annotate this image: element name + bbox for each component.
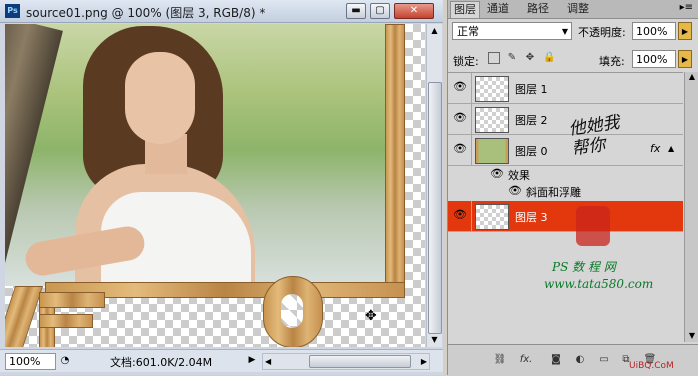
watermark-calligraphy: 他她我帮你 bbox=[567, 112, 621, 160]
effects-row[interactable]: 👁 效果 bbox=[448, 166, 683, 183]
opacity-label: 不透明度: bbox=[578, 26, 626, 39]
portrait-photo bbox=[5, 24, 390, 286]
visibility-eye-icon[interactable]: 👁 bbox=[508, 185, 522, 197]
folder-icon[interactable]: ▭ bbox=[596, 353, 612, 367]
lock-paint-brush-icon[interactable]: ✎ bbox=[506, 52, 518, 64]
wood-letter-e-middle bbox=[39, 314, 93, 328]
minimize-icon: ▬ bbox=[351, 5, 361, 16]
fill-input[interactable]: 100% bbox=[632, 50, 676, 68]
scroll-right-arrow-icon[interactable]: ▶ bbox=[421, 354, 427, 369]
document-titlebar[interactable]: Ps source01.png @ 100% (图层 3, RGB/8) * ▬… bbox=[0, 0, 443, 23]
divider bbox=[471, 73, 472, 103]
layers-panel: 图层 通道 路径 调整 ▸≡ 正常 ▼ 不透明度: 100% ▶ 锁定: ✎ ✥… bbox=[447, 0, 698, 376]
horizontal-scrollbar[interactable]: ◀ ▶ bbox=[262, 353, 430, 370]
lock-all-padlock-icon[interactable]: 🔒 bbox=[543, 52, 555, 64]
layers-list: 👁 图层 1 👁 图层 2 👁 图层 0 fx ▲ 👁 效果 👁 斜面和浮雕 👁… bbox=[448, 72, 683, 343]
bevel-emboss-row[interactable]: 👁 斜面和浮雕 bbox=[448, 183, 683, 200]
panel-menu-icon[interactable]: ▸≡ bbox=[680, 2, 693, 13]
layer-thumbnail bbox=[475, 76, 509, 102]
layer-name: 图层 2 bbox=[515, 114, 548, 127]
visibility-eye-icon[interactable]: 👁 bbox=[453, 143, 467, 155]
scroll-up-arrow-icon[interactable]: ▲ bbox=[685, 72, 698, 81]
watermark-red-seal bbox=[576, 206, 610, 246]
bevel-emboss-label: 斜面和浮雕 bbox=[526, 186, 581, 199]
scroll-down-arrow-icon[interactable]: ▼ bbox=[685, 331, 698, 340]
photoshop-logo-icon: Ps bbox=[5, 4, 20, 18]
tab-adjustments[interactable]: 调整 bbox=[564, 1, 592, 17]
zoom-scrubber-icon[interactable]: ◔ bbox=[58, 353, 72, 368]
effects-label: 效果 bbox=[508, 169, 530, 182]
wood-frame-right bbox=[385, 24, 405, 296]
close-button[interactable]: ✕ bbox=[394, 3, 434, 19]
visibility-eye-icon[interactable]: 👁 bbox=[453, 112, 467, 124]
face bbox=[125, 52, 195, 144]
lock-position-move-icon[interactable]: ✥ bbox=[524, 52, 536, 64]
blend-mode-value: 正常 bbox=[457, 25, 479, 38]
watermark-bottom-tag: UiBQ.CoM bbox=[629, 361, 674, 371]
layer-row-3-selected[interactable]: 👁 图层 3 bbox=[448, 201, 683, 232]
scroll-left-arrow-icon[interactable]: ◀ bbox=[265, 354, 271, 369]
opacity-slider-arrow-icon[interactable]: ▶ bbox=[678, 22, 692, 40]
layer-row-1[interactable]: 👁 图层 1 bbox=[448, 73, 683, 104]
document-window: Ps source01.png @ 100% (图层 3, RGB/8) * ▬… bbox=[0, 0, 443, 375]
tab-channels[interactable]: 通道 bbox=[484, 1, 512, 17]
wood-letter-e-top bbox=[39, 292, 105, 308]
layer-name: 图层 3 bbox=[515, 211, 548, 224]
divider bbox=[471, 104, 472, 134]
layers-bottom-toolbar: ⛓ fx. ◙ ◐ ▭ ⧉ 🗑 UiBQ.CoM bbox=[448, 344, 698, 376]
fx-icon[interactable]: fx. bbox=[518, 353, 534, 367]
scroll-up-arrow-icon[interactable]: ▲ bbox=[427, 24, 442, 38]
zoom-input[interactable]: 100% bbox=[5, 353, 56, 370]
layer-thumbnail-photo bbox=[475, 138, 509, 164]
lock-label: 锁定: bbox=[453, 55, 479, 68]
fx-badge-icon[interactable]: fx bbox=[650, 142, 660, 155]
visibility-eye-icon[interactable]: 👁 bbox=[490, 168, 504, 180]
adjustment-icon[interactable]: ◐ bbox=[572, 353, 588, 367]
watermark-brand: PS 数 程 网 bbox=[552, 260, 616, 274]
layer-thumbnail bbox=[475, 107, 509, 133]
document-title: source01.png @ 100% (图层 3, RGB/8) * bbox=[26, 6, 266, 20]
layer-name: 图层 0 bbox=[515, 145, 548, 158]
collapse-caret-icon[interactable]: ▲ bbox=[668, 144, 674, 153]
maximize-icon: ▢ bbox=[375, 5, 385, 16]
watermark-url: www.tata580.com bbox=[544, 277, 654, 291]
maximize-button[interactable]: ▢ bbox=[370, 3, 390, 19]
wood-letter-o-hole bbox=[281, 294, 303, 328]
horizontal-scroll-thumb[interactable] bbox=[309, 355, 411, 368]
visibility-eye-icon[interactable]: 👁 bbox=[453, 209, 467, 221]
mask-icon[interactable]: ◙ bbox=[548, 353, 564, 367]
layers-scrollbar[interactable]: ▲ ▼ bbox=[684, 72, 698, 342]
divider bbox=[471, 201, 472, 231]
tab-layers[interactable]: 图层 bbox=[450, 1, 480, 18]
scroll-down-arrow-icon[interactable]: ▼ bbox=[427, 333, 442, 347]
divider bbox=[471, 135, 472, 165]
panel-tabs: 图层 通道 路径 调整 ▸≡ bbox=[448, 0, 698, 19]
layer-row-0[interactable]: 👁 图层 0 fx ▲ bbox=[448, 135, 683, 166]
blend-mode-select[interactable]: 正常 ▼ bbox=[452, 22, 572, 40]
vertical-scroll-thumb[interactable] bbox=[428, 82, 442, 334]
close-icon: ✕ bbox=[409, 5, 419, 16]
layer-name: 图层 1 bbox=[515, 83, 548, 96]
fill-label: 填充: bbox=[599, 55, 625, 68]
chevron-down-icon: ▼ bbox=[561, 27, 568, 36]
fill-slider-arrow-icon[interactable]: ▶ bbox=[678, 50, 692, 68]
move-cursor-icon: ✥ bbox=[365, 308, 377, 324]
lock-transparency-icon[interactable] bbox=[488, 52, 500, 64]
wood-letter-v bbox=[5, 286, 44, 347]
document-size-info: 文档:601.0K/2.04M bbox=[110, 356, 213, 369]
link-icon[interactable]: ⛓ bbox=[492, 353, 508, 367]
minimize-button[interactable]: ▬ bbox=[346, 3, 366, 19]
image-canvas[interactable]: ✥ bbox=[5, 24, 425, 347]
opacity-input[interactable]: 100% bbox=[632, 22, 676, 40]
status-bar: 100% ◔ 文档:601.0K/2.04M ▶ ◀ ▶ bbox=[0, 349, 443, 372]
tab-paths[interactable]: 路径 bbox=[524, 1, 552, 17]
layer-thumbnail bbox=[475, 204, 509, 230]
layer-row-2[interactable]: 👁 图层 2 bbox=[448, 104, 683, 135]
vertical-scrollbar[interactable]: ▲ ▼ bbox=[426, 24, 442, 347]
status-menu-arrow-icon[interactable]: ▶ bbox=[246, 353, 258, 368]
visibility-eye-icon[interactable]: 👁 bbox=[453, 81, 467, 93]
